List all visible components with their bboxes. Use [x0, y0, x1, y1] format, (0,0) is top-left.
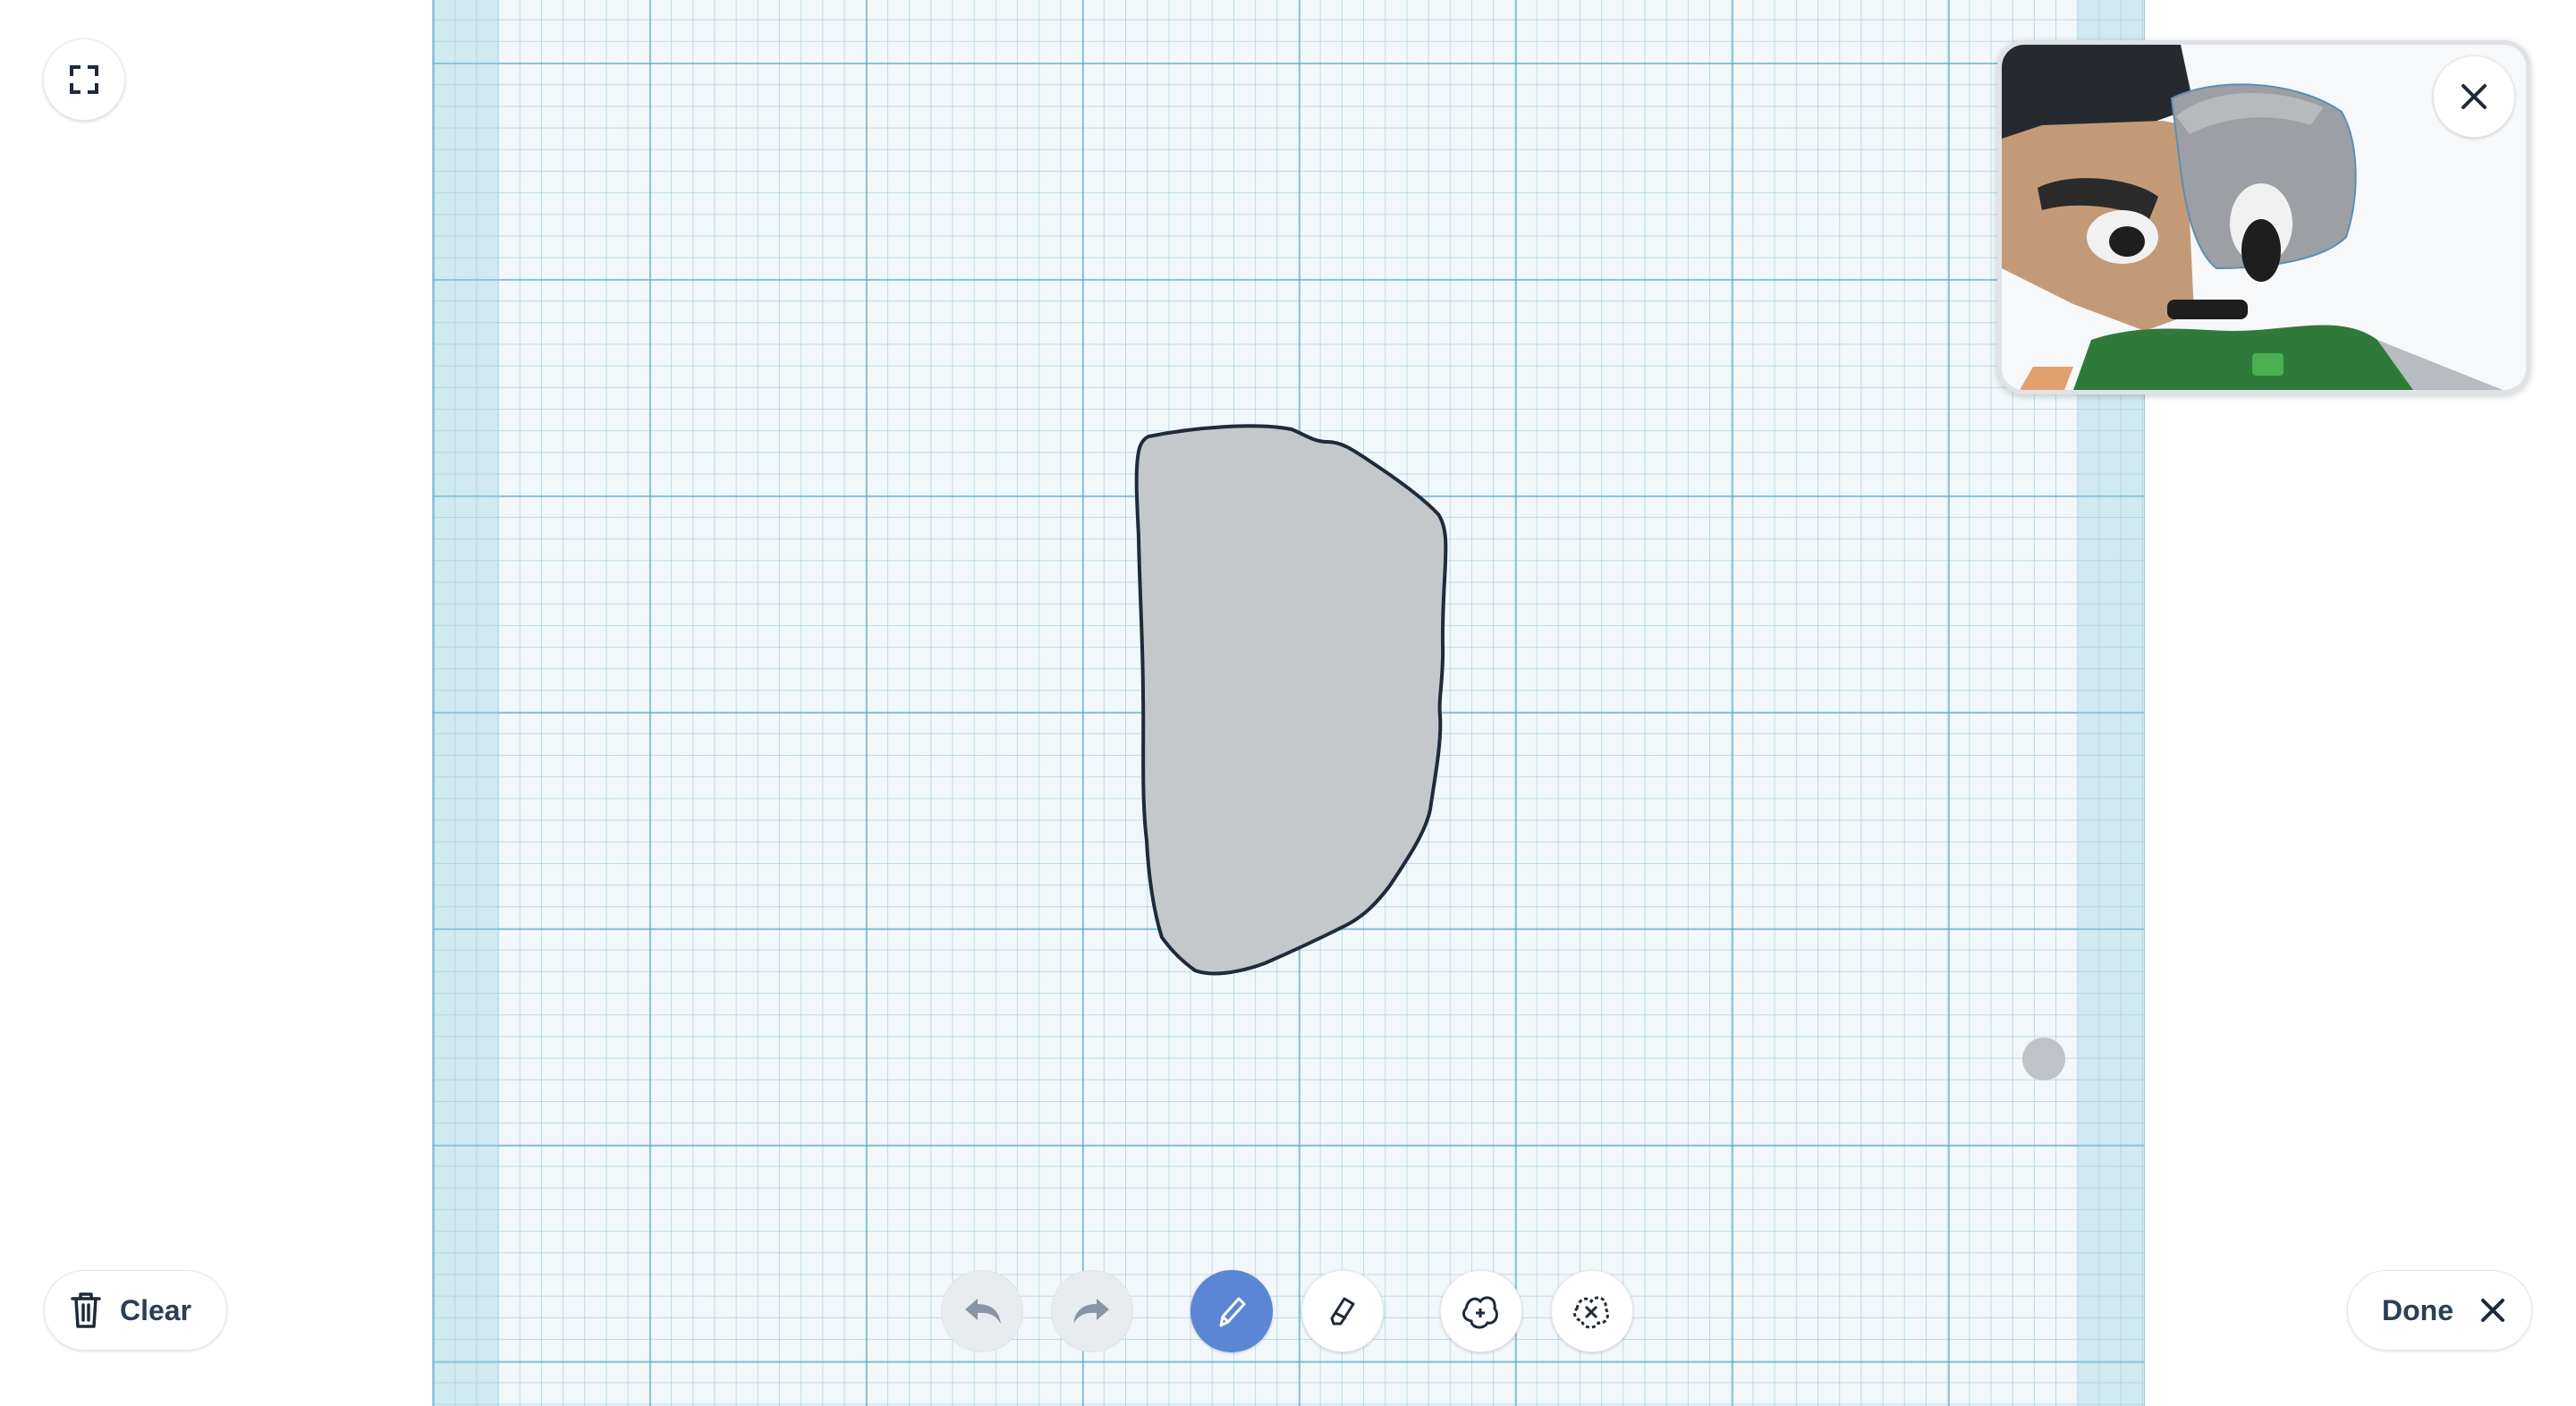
clear-button[interactable]: Clear — [44, 1270, 227, 1351]
drawn-shape-layer — [1134, 424, 1448, 976]
eraser-tool-button[interactable] — [1301, 1270, 1384, 1352]
model-preview-panel — [1997, 40, 2530, 394]
fullscreen-button[interactable] — [43, 38, 125, 121]
drawing-canvas[interactable] — [432, 0, 2145, 1406]
trash-icon — [71, 1292, 101, 1328]
done-label: Done — [2382, 1293, 2453, 1326]
pencil-tool-button[interactable] — [1191, 1270, 1273, 1352]
undo-button[interactable] — [941, 1270, 1023, 1352]
clear-label: Clear — [120, 1293, 192, 1326]
redo-icon — [1073, 1299, 1109, 1324]
close-preview-button[interactable] — [2433, 55, 2515, 138]
fullscreen-icon — [70, 65, 98, 94]
close-icon — [2481, 1299, 2504, 1322]
undo-icon — [965, 1299, 1001, 1324]
shape-add-tool-button[interactable] — [1440, 1270, 1522, 1352]
eraser-icon — [1330, 1297, 1355, 1326]
pencil-icon — [1219, 1297, 1246, 1327]
redo-button[interactable] — [1051, 1270, 1133, 1352]
close-icon — [2462, 84, 2487, 109]
shape-subtract-icon — [1573, 1296, 1609, 1329]
shape-add-icon — [1462, 1296, 1498, 1329]
done-button[interactable]: Done — [2347, 1270, 2532, 1351]
shape-subtract-tool-button[interactable] — [1551, 1270, 1633, 1352]
resize-handle[interactable] — [2022, 1038, 2065, 1080]
drawn-shape[interactable] — [1134, 424, 1448, 976]
